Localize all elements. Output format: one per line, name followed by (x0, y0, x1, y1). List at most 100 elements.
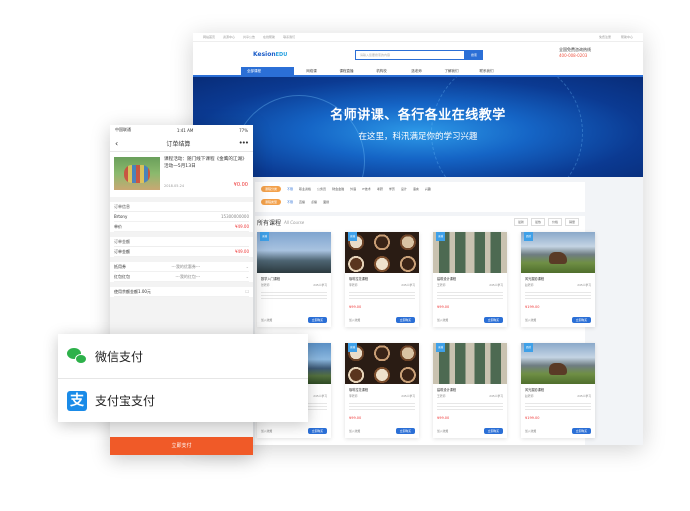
nav-item[interactable]: 联系我们 (469, 69, 504, 74)
filter-option[interactable]: 兴趣 (425, 187, 431, 191)
course-price: ¥199.00 (525, 416, 540, 420)
course-description (525, 291, 591, 301)
course-thumbnail[interactable]: 直播 (345, 232, 419, 273)
sort-option[interactable]: 最热 (530, 218, 545, 226)
course-card[interactable]: 录播 数学入门课程 张老师 245人学习 加入收藏 立即购买 (257, 232, 331, 327)
filter-option[interactable]: 职业资格 (299, 187, 311, 191)
filter-option[interactable]: 点播 (311, 200, 317, 204)
course-name[interactable]: 建筑设计课程 (433, 384, 507, 392)
course-description (525, 402, 591, 412)
course-thumbnail[interactable]: 录播 (257, 232, 331, 273)
banner-subtitle: 在这里，科汛满足你的学习兴趣 (358, 132, 478, 142)
buy-button[interactable]: 立即购买 (571, 317, 591, 323)
search-input[interactable]: 请输入您要搜索的内容 (355, 50, 465, 60)
course-card[interactable]: 录播 建筑设计课程 王老师 245人学习 ¥99.00 加入收藏 立即购买 (433, 232, 507, 327)
filter-option[interactable]: 语言 (413, 187, 419, 191)
filter-option[interactable]: 考研 (377, 187, 383, 191)
buy-button[interactable]: 立即购买 (483, 317, 503, 323)
course-card[interactable]: 直播 咖啡拉花课程 李老师 245人学习 ¥99.00 加入收藏 立即购买 (345, 343, 419, 438)
topbar-link[interactable]: 网站首页 (203, 35, 215, 39)
filter-option[interactable]: 不限 (287, 187, 293, 191)
coupon-select[interactable]: 抵用券 ---我的优惠券--- ⌄ (114, 262, 249, 272)
course-name[interactable]: 风光摄影课程 (521, 384, 595, 392)
section-title: 所有课程 (257, 219, 282, 227)
topbar-link[interactable]: 联系我们 (283, 35, 295, 39)
buy-button[interactable]: 立即购买 (307, 428, 327, 434)
favorite-link[interactable]: 加入收藏 (261, 318, 272, 322)
pay-now-button[interactable]: 立即支付 (110, 437, 253, 455)
favorite-link[interactable]: 加入收藏 (261, 429, 272, 433)
buy-button[interactable]: 立即购买 (395, 317, 415, 323)
buy-button[interactable]: 立即购买 (307, 317, 327, 323)
course-card[interactable]: 直播 咖啡拉花课程 李老师 245人学习 ¥99.00 加入收藏 立即购买 (345, 232, 419, 327)
filter-option[interactable]: 直播 (299, 200, 305, 204)
buy-button[interactable]: 立即购买 (395, 428, 415, 434)
course-name[interactable]: 数学入门课程 (257, 273, 331, 281)
filter-option[interactable]: 不限 (287, 200, 293, 204)
filter-row: 课程分类 不限 职业资格 公务员 财会金融 外语 IT技术 考研 学历 设计 语… (255, 182, 585, 195)
all-courses-menu[interactable]: 全部课程 (241, 66, 294, 76)
alipay-option[interactable]: 支 支付宝支付 (58, 378, 308, 422)
favorite-link[interactable]: 加入收藏 (525, 429, 536, 433)
course-card[interactable]: 面授 风光摄影课程 赵老师 245人学习 ¥199.00 加入收藏 立即购买 (521, 232, 595, 327)
course-learners: 245人学习 (577, 283, 591, 287)
course-thumbnail[interactable]: 录播 (433, 232, 507, 273)
help-link[interactable]: 帮助中心 (621, 35, 633, 39)
sort-option[interactable]: 价格 (547, 218, 562, 226)
buy-button[interactable]: 立即购买 (571, 428, 591, 434)
nav-item[interactable]: 选老师 (399, 69, 434, 74)
nav-item[interactable]: 课程直播 (329, 69, 364, 74)
redpack-select[interactable]: 红包红包 ---我的红包--- ⌄ (114, 272, 249, 282)
more-icon[interactable]: ••• (239, 139, 249, 147)
course-thumbnail[interactable]: 面授 (521, 232, 595, 273)
order-info-section: 订单信息 Brtony 15300000000 单价 ¥49.00 (110, 202, 253, 232)
course-tag: 直播 (348, 232, 357, 241)
favorite-link[interactable]: 加入收藏 (525, 318, 536, 322)
course-description (437, 402, 503, 412)
course-filters: 课程分类 不限 职业资格 公务员 财会金融 外语 IT技术 考研 学历 设计 语… (255, 182, 585, 212)
favorite-link[interactable]: 加入收藏 (437, 429, 448, 433)
sort-option[interactable]: 销量 (564, 218, 579, 226)
hero-banner[interactable]: 名师讲课、各行各业在线教学 在这里，科汛满足你的学习兴趣 (193, 77, 643, 177)
search-button[interactable]: 搜索 (465, 50, 483, 60)
nav-item[interactable]: 机构校 (364, 69, 399, 74)
buy-button[interactable]: 立即购买 (483, 428, 503, 434)
filter-option[interactable]: IT技术 (362, 187, 371, 191)
register-link[interactable]: 免费注册 (599, 35, 611, 39)
filter-option[interactable]: 公务员 (317, 187, 326, 191)
favorite-link[interactable]: 加入收藏 (437, 318, 448, 322)
course-card[interactable]: 面授 风光摄影课程 赵老师 245人学习 ¥199.00 加入收藏 立即购买 (521, 343, 595, 438)
filter-option[interactable]: 面授 (323, 200, 329, 204)
course-thumbnail[interactable]: 录播 (433, 343, 507, 384)
course-name[interactable]: 风光摄影课程 (521, 273, 595, 281)
course-name[interactable]: 建筑设计课程 (433, 273, 507, 281)
topbar-link[interactable]: 共享公告 (243, 35, 255, 39)
balance-toggle[interactable]: 使用余额金额1.00元 ☐ (114, 287, 249, 297)
sort-option[interactable]: 最新 (513, 218, 528, 226)
discount-section: 抵用券 ---我的优惠券--- ⌄ 红包红包 ---我的红包--- ⌄ (110, 262, 253, 282)
course-price: ¥99.00 (349, 305, 362, 309)
balance-section: 使用余额金额1.00元 ☐ (110, 287, 253, 297)
course-thumbnail[interactable]: 直播 (345, 343, 419, 384)
course-teacher: 王老师 (437, 283, 446, 287)
section-heading: 订单金额 (114, 237, 249, 247)
course-thumbnail[interactable]: 面授 (521, 343, 595, 384)
order-date: 2018.05.24 (164, 184, 185, 188)
back-arrow-icon[interactable]: ‹ (115, 139, 118, 148)
topbar-link[interactable]: 资源中心 (223, 35, 235, 39)
filter-option[interactable]: 财会金融 (332, 187, 344, 191)
nav-item[interactable]: 网络课 (294, 69, 329, 74)
wechat-pay-option[interactable]: 微信支付 (58, 334, 308, 378)
course-card[interactable]: 录播 建筑设计课程 王老师 245人学习 ¥99.00 加入收藏 立即购买 (433, 343, 507, 438)
course-name[interactable]: 咖啡拉花课程 (345, 273, 419, 281)
nav-item[interactable]: 了解我们 (434, 69, 469, 74)
unit-price-row: 单价 ¥49.00 (114, 222, 249, 232)
filter-option[interactable]: 设计 (401, 187, 407, 191)
site-logo[interactable]: KesionEDU (253, 51, 287, 58)
topbar-link[interactable]: 在线帮助 (263, 35, 275, 39)
course-name[interactable]: 咖啡拉花课程 (345, 384, 419, 392)
favorite-link[interactable]: 加入收藏 (349, 318, 360, 322)
favorite-link[interactable]: 加入收藏 (349, 429, 360, 433)
filter-option[interactable]: 学历 (389, 187, 395, 191)
filter-option[interactable]: 外语 (350, 187, 356, 191)
